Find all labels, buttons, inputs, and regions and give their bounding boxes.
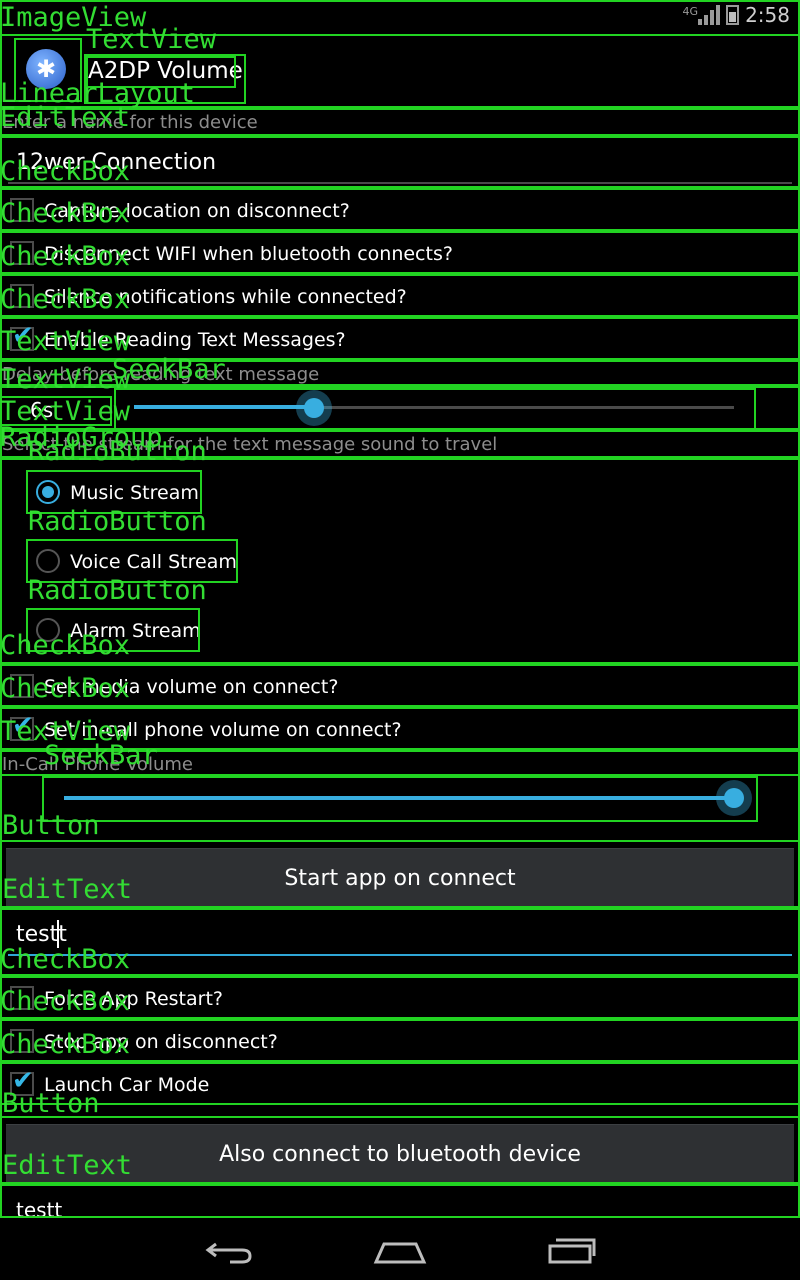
overlay-label-textview-3: TextView bbox=[0, 364, 131, 395]
overlay-label-checkbox-6: CheckBox bbox=[0, 673, 131, 704]
overlay-label-checkbox-3: CheckBox bbox=[0, 241, 131, 272]
overlay-label-radio-1: RadioButton bbox=[28, 436, 207, 467]
recents-icon[interactable] bbox=[542, 1236, 602, 1264]
overlay-checkbox-9 bbox=[0, 1062, 800, 1105]
overlay-label-textview-4: TextView bbox=[0, 396, 131, 427]
overlay-label-button-2: Button bbox=[2, 1088, 100, 1119]
overlay-label-checkbox-1: CheckBox bbox=[0, 156, 131, 187]
overlay-label-checkbox-7: CheckBox bbox=[0, 944, 131, 975]
overlay-label-textview-2: TextView bbox=[0, 326, 131, 357]
overlay-label-radio-3: RadioButton bbox=[28, 575, 207, 606]
navigation-bar bbox=[0, 1220, 800, 1280]
overlay-label-checkbox-8: CheckBox bbox=[0, 986, 131, 1017]
overlay-label-edittext-1: EditText bbox=[0, 102, 131, 133]
overlay-label-seekbar-2: SeekBar bbox=[44, 740, 158, 771]
overlay-label-edittext-3: EditText bbox=[2, 1150, 133, 1181]
overlay-label-radio-2: RadioButton bbox=[28, 506, 207, 537]
overlay-label-edittext-2: EditText bbox=[2, 874, 133, 905]
overlay-label-checkbox-2: CheckBox bbox=[0, 198, 131, 229]
overlay-label-checkbox-4: CheckBox bbox=[0, 284, 131, 315]
home-icon[interactable] bbox=[370, 1236, 430, 1264]
overlay-label-checkbox-5: CheckBox bbox=[0, 630, 131, 661]
overlay-incall-seekbar bbox=[42, 776, 758, 822]
overlay-label-checkbox-9: CheckBox bbox=[0, 1029, 131, 1060]
overlay-label-textview: TextView bbox=[86, 24, 217, 55]
overlay-delay-seekbar bbox=[114, 388, 756, 430]
back-icon[interactable] bbox=[200, 1236, 260, 1264]
overlay-label-button-1: Button bbox=[2, 810, 100, 841]
overlay-bt-edittext bbox=[0, 1184, 800, 1218]
